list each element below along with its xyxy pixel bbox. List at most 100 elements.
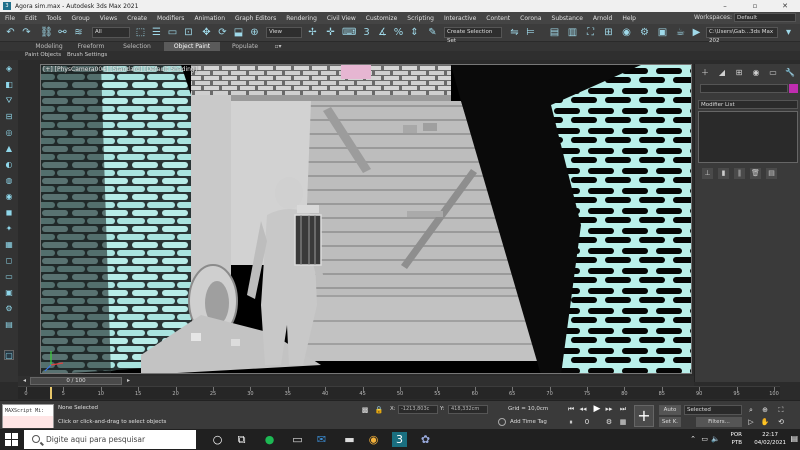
clock-time[interactable]: 22:17 (762, 432, 778, 438)
go-to-start-icon[interactable]: ⏮ (566, 404, 576, 414)
modify-tab-icon[interactable]: ◢ (715, 67, 729, 79)
rendered-frame-window-icon[interactable]: ▣ (656, 26, 669, 39)
menu-customize[interactable]: Customize (361, 15, 403, 22)
field-of-view-icon[interactable]: ▷ (746, 417, 756, 427)
selection-lock-icon[interactable]: 🔒 (374, 405, 384, 415)
auto-key-button[interactable]: Auto (659, 405, 681, 415)
pan-view-icon[interactable]: ✋ (760, 417, 770, 427)
menu-views[interactable]: Views (95, 15, 122, 22)
edit-named-selection-icon[interactable]: ✎ (426, 26, 439, 39)
folder-icon[interactable]: ▬ (342, 432, 357, 447)
reference-coordinate-select[interactable]: View (266, 27, 302, 38)
render-setup-icon[interactable]: ⚙ (638, 26, 651, 39)
geometry-icon[interactable]: ▲ (4, 144, 14, 154)
window-crossing-icon[interactable]: ⊡ (182, 26, 195, 39)
menu-edit[interactable]: Edit (20, 15, 42, 22)
scene-explorer-side-icon[interactable]: ◧ (4, 80, 14, 90)
select-manipulate-icon[interactable]: ✛ (324, 26, 337, 39)
settings-icon[interactable]: ⚙ (4, 304, 14, 314)
selection-filter-select[interactable]: All (92, 27, 130, 38)
notifications-icon[interactable]: ▤ (790, 434, 798, 443)
brush-settings-panel[interactable]: Brush Settings (67, 51, 107, 60)
tab-selection[interactable]: Selection (112, 42, 162, 51)
mirror-icon[interactable]: ⇋ (508, 26, 521, 39)
configure-modifier-sets-icon[interactable]: ▤ (766, 168, 777, 179)
add-time-tag[interactable]: Add Time Tag (510, 419, 547, 425)
viewport-config-icon[interactable]: ▦ (618, 417, 628, 427)
tab-object-paint[interactable]: Object Paint (164, 42, 220, 51)
menu-create[interactable]: Create (122, 15, 152, 22)
spotify-icon[interactable]: ● (262, 432, 277, 447)
time-slider-prev-icon[interactable]: ◂ (20, 377, 29, 385)
rotate-icon[interactable]: ⟳ (216, 26, 229, 39)
orbit-icon[interactable]: ⟲ (776, 417, 786, 427)
tab-freeform[interactable]: Freeform (72, 42, 110, 51)
utilities-tab-icon[interactable]: 🔧 (783, 67, 797, 79)
maxscript-listener[interactable]: MAXScript Mi: (2, 404, 54, 428)
close-icon[interactable]: ✕ (770, 0, 800, 12)
cortana-icon[interactable]: ○ (210, 432, 225, 447)
scale-icon[interactable]: ⬓ (232, 26, 245, 39)
project-folder-select[interactable]: C:\Users\Gab...3ds Max 202 (706, 27, 778, 44)
hierarchy-tab-icon[interactable]: ⊞ (732, 67, 746, 79)
bind-spacewarp-icon[interactable]: ≋ (72, 26, 85, 39)
time-slider[interactable]: ◂ 0 / 100 ▸ (18, 376, 694, 386)
menu-help[interactable]: Help (617, 15, 641, 22)
percent-snap-icon[interactable]: % (392, 26, 405, 39)
key-mode-icon[interactable]: ⏸ (566, 417, 576, 427)
redo-icon[interactable]: ↷ (20, 26, 33, 39)
place-icon[interactable]: ⊕ (248, 26, 261, 39)
spinner-snap-icon[interactable]: ⇕ (408, 26, 421, 39)
set-keys-icon[interactable]: + (634, 405, 654, 427)
motion-tab-icon[interactable]: ◉ (749, 67, 763, 79)
workspace-dropdown[interactable]: Default (734, 13, 796, 22)
clock-date[interactable]: 04/02/2021 (754, 440, 786, 446)
menu-corona[interactable]: Corona (515, 15, 546, 22)
menu-modifiers[interactable]: Modifiers (152, 15, 189, 22)
containers-icon[interactable]: ▣ (4, 288, 14, 298)
make-unique-icon[interactable]: ∥ (734, 168, 745, 179)
previous-frame-icon[interactable]: ◂◂ (578, 404, 588, 414)
next-frame-icon[interactable]: ▸▸ (604, 404, 614, 414)
key-filters-button[interactable]: Filters... (696, 417, 742, 427)
object-color-swatch[interactable] (789, 84, 798, 93)
network-icon[interactable]: ▭ (701, 435, 708, 443)
time-slider-thumb[interactable]: 0 / 100 (30, 377, 122, 385)
menu-graph-editors[interactable]: Graph Editors (230, 15, 281, 22)
pin-stack-icon[interactable]: ⊥ (702, 168, 713, 179)
layer-icon[interactable]: ◈ (4, 64, 14, 74)
scene-explorer-icon[interactable]: ▤ (548, 26, 561, 39)
tray-arrow-icon[interactable]: ⌃ (690, 435, 696, 443)
time-configuration-icon[interactable]: ⚙ (604, 417, 614, 427)
modifier-list-dropdown[interactable]: Modifier List (698, 100, 798, 109)
groups-icon[interactable]: ▦ (4, 240, 14, 250)
layer-explorer-icon[interactable]: ▥ (566, 26, 579, 39)
minimize-icon[interactable]: – (710, 0, 740, 12)
zoom-extents-icon[interactable]: ⛶ (776, 405, 786, 415)
layer-manager-icon[interactable]: ▤ (4, 320, 14, 330)
hierarchy-icon[interactable]: ⊟ (4, 112, 14, 122)
key-filter-dropdown[interactable]: Selected (684, 405, 742, 415)
zoom-all-icon[interactable]: ⊕ (760, 405, 770, 415)
lights-icon[interactable]: ◍ (4, 176, 14, 186)
render-production-icon[interactable]: ☕ (674, 26, 687, 39)
shapes-icon[interactable]: ◐ (4, 160, 14, 170)
object-name-field[interactable] (700, 84, 788, 93)
chrome-icon[interactable]: ◉ (366, 432, 381, 447)
xref-icon[interactable]: ▭ (4, 272, 14, 282)
maxscript-mini-listener[interactable]: MAXScript Mi: (5, 407, 51, 415)
tab-modeling[interactable]: Modeling (26, 42, 72, 51)
align-icon[interactable]: ⊨ (524, 26, 537, 39)
render-icon[interactable]: ▶ (690, 26, 703, 39)
task-view-icon[interactable]: ⧉ (234, 432, 249, 447)
menu-rendering[interactable]: Rendering (281, 15, 322, 22)
volume-icon[interactable]: 🔈 (711, 435, 720, 443)
helpers-icon[interactable]: ◼ (4, 208, 14, 218)
curve-editor-icon[interactable]: ⛶ (584, 26, 597, 39)
menu-scripting[interactable]: Scripting (402, 15, 439, 22)
menu-arnold[interactable]: Arnold (588, 15, 617, 22)
link-icon[interactable]: ⛓ (40, 26, 53, 39)
mail-icon[interactable]: ✉ (314, 432, 329, 447)
material-editor-icon[interactable]: ◉ (620, 26, 633, 39)
viewport[interactable]: [+] [PhysCamera004] [Standard] [Default … (40, 64, 692, 374)
